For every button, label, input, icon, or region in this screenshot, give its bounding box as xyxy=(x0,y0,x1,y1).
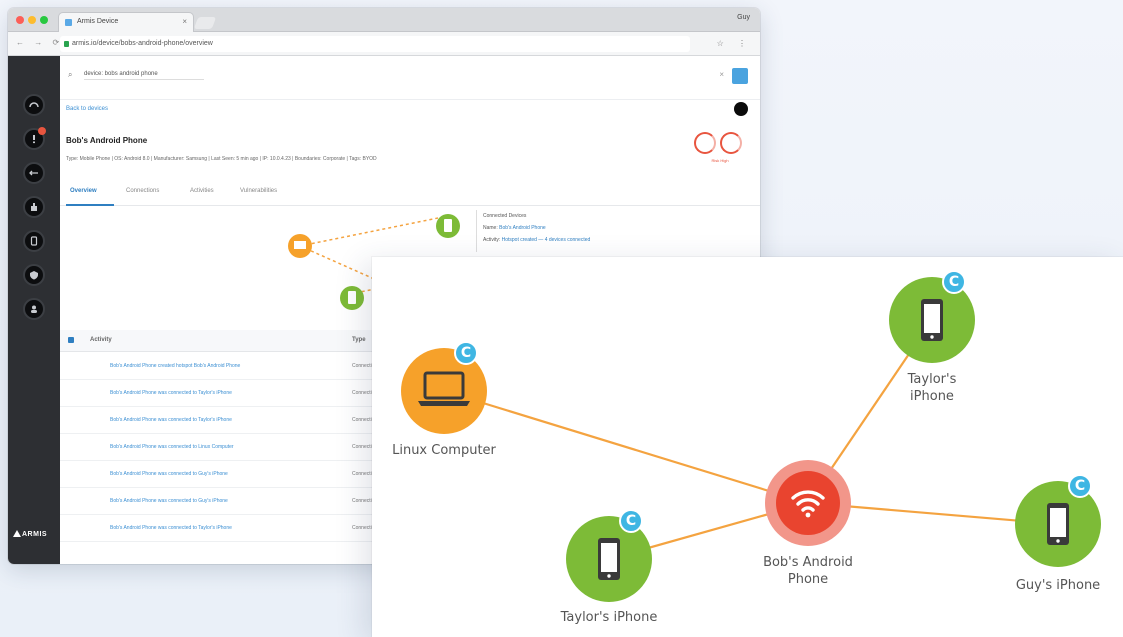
browser-tab-title: Armis Device xyxy=(77,18,119,25)
node-label-line: Taylor's xyxy=(907,372,957,387)
gauge-icon xyxy=(29,102,39,108)
hotspot-node-core xyxy=(776,471,840,535)
node-label-line: iPhone xyxy=(910,389,954,404)
badge-icon: C xyxy=(454,341,478,365)
url-input[interactable]: armis.io/device/bobs-android-phone/overv… xyxy=(60,36,690,52)
node-label: Linux Computer xyxy=(392,443,496,458)
row-activity[interactable]: Bob's Android Phone was connected to Tay… xyxy=(110,390,232,396)
mini-info-label: Activity: xyxy=(483,237,501,243)
smartphone-icon xyxy=(1047,503,1069,545)
address-bar: ← → ⟳ armis.io/device/bobs-android-phone… xyxy=(8,32,760,56)
thumb-icon xyxy=(31,203,37,211)
risk-caption: Risk High xyxy=(711,158,729,163)
row-activity[interactable]: Bob's Android Phone created hotspot Bob'… xyxy=(110,363,240,369)
column-header-activity[interactable]: Activity xyxy=(90,337,112,343)
smartphone-icon xyxy=(598,538,620,580)
mini-info-panel: Connected Devices Name: Bob's Android Ph… xyxy=(476,210,654,252)
alert-icon xyxy=(33,135,35,144)
lock-icon xyxy=(64,41,69,47)
risk-gauges: Risk High xyxy=(694,132,746,168)
search-submit-button[interactable] xyxy=(732,68,748,84)
browser-user-label[interactable]: Guy xyxy=(737,14,750,21)
row-activity[interactable]: Bob's Android Phone was connected to Guy… xyxy=(110,498,228,504)
browser-tools[interactable]: ☆ ⋮ xyxy=(717,39,752,48)
tab-activities[interactable]: Activities xyxy=(190,188,214,194)
sidebar-item-devices[interactable] xyxy=(23,230,45,252)
zoom-window-button[interactable] xyxy=(40,16,48,24)
app-sidebar: ARMIS xyxy=(8,56,60,564)
mini-info-title: Connected Devices xyxy=(483,213,527,219)
sidebar-item-settings[interactable] xyxy=(23,298,45,320)
armis-logo-mark-icon xyxy=(13,530,21,537)
node-label-line: Bob's Android xyxy=(763,555,853,570)
breadcrumb[interactable]: Back to devices xyxy=(66,106,108,112)
smartphone-icon xyxy=(921,299,943,341)
browser-tab[interactable]: Armis Device × xyxy=(58,12,194,32)
column-header-type[interactable]: Type xyxy=(352,337,366,343)
navigation-controls[interactable]: ← → ⟳ xyxy=(16,38,63,47)
select-all-checkbox[interactable] xyxy=(68,337,74,343)
device-icon xyxy=(30,236,38,246)
node-label-line: Phone xyxy=(787,572,829,587)
hotspot-node[interactable] xyxy=(765,460,851,546)
tab-connections[interactable]: Connections xyxy=(126,188,159,194)
device-tabs: Overview Connections Activities Vulnerab… xyxy=(60,178,760,206)
sidebar-item-security[interactable] xyxy=(23,264,45,286)
armis-logo[interactable]: ARMIS xyxy=(13,530,47,538)
laptop-icon xyxy=(418,371,470,406)
new-tab-button[interactable] xyxy=(193,17,217,29)
notification-badge xyxy=(38,127,46,135)
tab-close-icon[interactable]: × xyxy=(182,13,187,31)
risk-gauge-icon xyxy=(720,132,742,154)
badge-icon: C xyxy=(619,509,643,533)
armis-logo-text: ARMIS xyxy=(22,531,48,538)
avatar[interactable] xyxy=(734,102,748,116)
url-text: armis.io/device/bobs-android-phone/overv… xyxy=(72,40,213,47)
row-activity[interactable]: Bob's Android Phone was connected to Lin… xyxy=(110,444,234,450)
page-title: Bob's Android Phone xyxy=(66,136,148,145)
mini-info-label: Name: xyxy=(483,225,498,231)
row-activity[interactable]: Bob's Android Phone was connected to Guy… xyxy=(110,471,228,477)
tab-overview[interactable]: Overview xyxy=(70,188,97,194)
sidebar-item-policies[interactable] xyxy=(23,196,45,218)
browser-titlebar: Armis Device × Guy xyxy=(8,8,760,32)
device-properties: Type: Mobile Phone | OS: Android 8.0 | M… xyxy=(66,156,377,162)
clear-search-icon[interactable]: × xyxy=(719,70,724,79)
sidebar-item-network[interactable] xyxy=(23,162,45,184)
mini-info-link[interactable]: Hotspot created — 4 devices connected xyxy=(502,237,591,243)
network-graph-panel: C Linux Computer C Taylor's iPhone Bob's… xyxy=(372,257,1123,637)
sidebar-item-dashboard[interactable] xyxy=(23,94,45,116)
favicon-icon xyxy=(65,19,72,26)
node-label: Taylor's iPhone xyxy=(882,371,982,405)
minimize-window-button[interactable] xyxy=(28,16,36,24)
risk-gauge-icon xyxy=(694,132,716,154)
badge-icon: C xyxy=(1068,474,1092,498)
shield-icon xyxy=(30,271,38,280)
sidebar-item-alerts[interactable] xyxy=(23,127,46,150)
row-activity[interactable]: Bob's Android Phone was connected to Tay… xyxy=(110,417,232,423)
mini-info-link[interactable]: Bob's Android Phone xyxy=(499,225,546,231)
search-input[interactable]: device: bobs android phone xyxy=(84,68,204,80)
close-window-button[interactable] xyxy=(16,16,24,24)
search-bar: ⌕ device: bobs android phone × xyxy=(60,56,760,100)
row-activity[interactable]: Bob's Android Phone was connected to Tay… xyxy=(110,525,232,531)
user-icon xyxy=(31,305,37,313)
badge-icon: C xyxy=(942,270,966,294)
node-label: Taylor's iPhone xyxy=(560,610,658,625)
search-icon: ⌕ xyxy=(68,70,73,79)
tab-vulnerabilities[interactable]: Vulnerabilities xyxy=(240,188,277,194)
wifi-icon xyxy=(791,490,825,518)
node-label: Bob's Android Phone xyxy=(742,554,874,588)
node-label: Guy's iPhone xyxy=(1015,578,1101,593)
network-icon xyxy=(29,170,38,176)
